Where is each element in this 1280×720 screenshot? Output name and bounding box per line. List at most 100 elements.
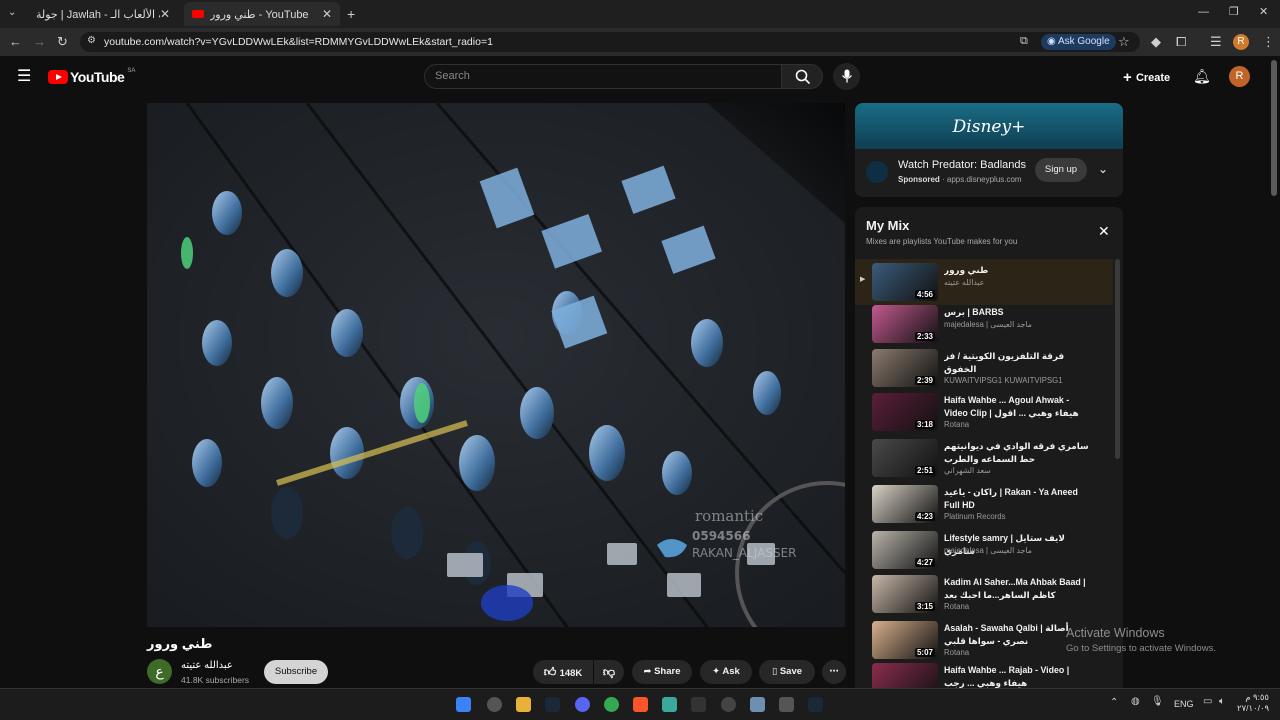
account-avatar[interactable]: R xyxy=(1229,66,1250,87)
back-icon[interactable]: ← xyxy=(9,35,22,48)
github-icon[interactable] xyxy=(721,697,736,712)
search-button[interactable] xyxy=(781,64,823,89)
mix-item-title[interactable]: سامري فرقه الوادي في ديوانيتهم حط السماع… xyxy=(944,440,1094,466)
brave-icon[interactable] xyxy=(633,697,648,712)
ad-signup-button[interactable]: Sign up xyxy=(1035,158,1087,182)
app-icon[interactable] xyxy=(662,697,677,712)
mix-list-item[interactable]: 3:18 Haifa Wahbe ... Agoul Ahwak - Video … xyxy=(855,389,1113,435)
install-app-icon[interactable]: ⧉ xyxy=(1020,36,1028,47)
language-indicator[interactable]: ENG xyxy=(1174,699,1194,709)
address-bar[interactable]: ⚙ youtube.com/watch?v=YGvLDDWwLEk&list=R… xyxy=(80,32,1140,52)
more-actions-button[interactable]: ⋯ xyxy=(822,660,846,684)
clock[interactable]: ٩:٥٥ م ٢٧/١٠/٠٩ xyxy=(1237,692,1269,714)
mail-icon[interactable] xyxy=(779,697,794,712)
reading-list-icon[interactable]: ☰ xyxy=(1210,35,1222,48)
mix-list-item[interactable]: 2:33 برس | BARBS majedalesa | ماجد العيسى xyxy=(855,301,1113,347)
mix-item-title[interactable]: Haifa Wahbe ... Rajab - Video | هيفاء وه… xyxy=(944,664,1094,690)
share-arrow-icon: ➦ xyxy=(643,666,655,677)
search-icon xyxy=(795,69,811,85)
mix-list-item[interactable]: ▶ 4:56 طني ورور عبدالله عتيته xyxy=(855,259,1113,305)
mix-item-thumbnail[interactable]: 2:39 xyxy=(872,349,938,387)
mix-item-title[interactable]: Haifa Wahbe ... Agoul Ahwak - Video Clip… xyxy=(944,394,1094,422)
browser-profile-avatar[interactable]: R xyxy=(1233,34,1249,50)
channel-name[interactable]: عبدالله عتيته xyxy=(181,660,233,671)
mix-scrollbar[interactable] xyxy=(1115,259,1120,459)
save-button[interactable]: ▯ Save xyxy=(759,660,815,684)
notifications-bell-icon[interactable]: 🔔︎ xyxy=(1193,69,1211,83)
steam-icon[interactable] xyxy=(545,697,560,712)
reload-icon[interactable]: ↻ xyxy=(57,35,68,48)
mix-list-item[interactable]: 4:23 راكان - ياعيد | Rakan - Ya Aneed Ful… xyxy=(855,481,1113,527)
tab-youtube[interactable]: طني ورور - YouTube ✕ xyxy=(184,2,340,26)
mix-item-thumbnail[interactable]: 3:18 xyxy=(872,393,938,431)
mix-item-thumbnail[interactable]: 5:07 xyxy=(872,621,938,659)
app-icon[interactable] xyxy=(750,697,765,712)
mix-list-item[interactable]: 5:07 Asalah - Sawaha Qalbi | أصالة نصري -… xyxy=(855,617,1113,663)
tray-chevron-up-icon[interactable]: ⌃ xyxy=(1110,698,1118,708)
site-info-icon[interactable]: ⚙ xyxy=(87,36,96,46)
mix-item-thumbnail[interactable]: 4:23 xyxy=(872,485,938,523)
ask-button[interactable]: ✦ Ask xyxy=(700,660,752,684)
tab-jawlah[interactable]: جولة | Jawlah - منصة الألعاب الـ... ✕ xyxy=(28,2,178,26)
mix-item-title[interactable]: Kadim Al Saher...Ma Ahbak Baad | كاظم ال… xyxy=(944,576,1094,602)
mix-list-item[interactable]: 2:51 سامري فرقه الوادي في ديوانيتهم حط ال… xyxy=(855,435,1113,481)
mix-list-item[interactable]: 4:27 Lifestyle samry | لايف ستايل سامري ma… xyxy=(855,527,1113,573)
mix-item-thumbnail[interactable]: 2:51 xyxy=(872,439,938,477)
mix-item-thumbnail[interactable]: 4:56 xyxy=(872,263,938,301)
discord-icon[interactable] xyxy=(575,697,590,712)
dislike-button[interactable]: 👎︎ xyxy=(594,660,624,684)
extension-diamond-icon[interactable]: ◆ xyxy=(1151,35,1161,48)
mix-item-title[interactable]: فرقة التلفزيون الكويتية / فز الخفوق xyxy=(944,350,1094,376)
mix-list-item[interactable]: 2:39 فرقة التلفزيون الكويتية / فز الخفوق K… xyxy=(855,345,1113,391)
new-tab-icon[interactable]: + xyxy=(347,7,355,21)
ask-google-button[interactable]: ◉ Ask Google xyxy=(1041,34,1116,50)
mix-item-thumbnail[interactable]: 2:33 xyxy=(872,305,938,343)
bookmark-star-icon[interactable]: ☆ xyxy=(1118,35,1130,48)
search-input[interactable]: Search xyxy=(424,64,782,89)
network-icon[interactable]: ▭ xyxy=(1203,697,1212,707)
minimize-icon[interactable]: — xyxy=(1198,7,1209,18)
hamburger-menu-icon[interactable]: ☰ xyxy=(17,69,31,85)
browser-menu-icon[interactable]: ⋮ xyxy=(1262,35,1275,48)
mix-list-item[interactable]: 3:15 Kadim Al Saher...Ma Ahbak Baad | كاظ… xyxy=(855,571,1113,617)
mix-item-thumbnail[interactable]: 4:27 xyxy=(872,531,938,569)
share-button[interactable]: ➦ Share xyxy=(632,660,692,684)
epic-games-icon[interactable] xyxy=(691,697,706,712)
chrome-icon[interactable] xyxy=(604,697,619,712)
chevron-down-icon[interactable]: ⌄ xyxy=(1098,162,1108,176)
steam-icon[interactable] xyxy=(808,697,823,712)
page-scrollbar-thumb[interactable] xyxy=(1271,60,1277,196)
tab-list-icon[interactable]: ⌄ xyxy=(8,8,16,18)
mix-item-title[interactable]: راكان - ياعيد | Rakan - Ya Aneed Full HD xyxy=(944,486,1094,512)
windows-start-icon[interactable] xyxy=(456,697,471,712)
ad-banner[interactable]: Disney+ xyxy=(855,103,1123,149)
youtube-logo[interactable]: YouTube SA xyxy=(48,68,135,85)
microphone-icon[interactable]: 🎙︎ xyxy=(1151,697,1164,707)
advertiser-avatar[interactable] xyxy=(866,161,888,183)
close-icon[interactable]: ✕ xyxy=(1098,223,1110,240)
like-button[interactable]: 👍︎ 148K xyxy=(533,660,593,684)
file-explorer-icon[interactable] xyxy=(516,697,531,712)
close-icon[interactable]: ✕ xyxy=(160,7,170,21)
mix-item-thumbnail[interactable]: 3:15 xyxy=(872,575,938,613)
close-icon[interactable]: ✕ xyxy=(322,7,332,21)
forward-icon[interactable]: → xyxy=(33,35,46,48)
settings-icon[interactable] xyxy=(487,697,502,712)
wifi-icon[interactable]: ◍ xyxy=(1131,697,1140,707)
maximize-icon[interactable]: ❐ xyxy=(1229,7,1239,18)
close-window-icon[interactable]: ✕ xyxy=(1259,7,1268,18)
volume-icon[interactable]: 🔈︎ xyxy=(1219,697,1225,707)
extensions-puzzle-icon[interactable]: ⧠ xyxy=(1176,35,1186,48)
create-button[interactable]: + Create xyxy=(1123,68,1170,86)
mix-item-title[interactable]: برس | BARBS xyxy=(944,306,1094,319)
mix-item-title[interactable]: طني ورور xyxy=(944,264,1094,277)
tab-label: طني ورور - YouTube xyxy=(210,8,309,21)
sponsored-ad-card[interactable]: Disney+ Watch Predator: Badlands Sponsor… xyxy=(855,103,1123,197)
ad-title[interactable]: Watch Predator: Badlands xyxy=(898,159,1026,171)
url-text: youtube.com/watch?v=YGvLDDWwLEk&list=RDM… xyxy=(104,36,493,48)
subscribe-button[interactable]: Subscribe xyxy=(264,660,328,684)
voice-search-button[interactable] xyxy=(833,63,860,90)
video-player[interactable]: romantic 0594566 RAKAN_ALJASSER xyxy=(147,103,845,627)
mix-item-channel: Rotana xyxy=(944,420,970,429)
channel-avatar[interactable]: ع xyxy=(147,659,172,684)
